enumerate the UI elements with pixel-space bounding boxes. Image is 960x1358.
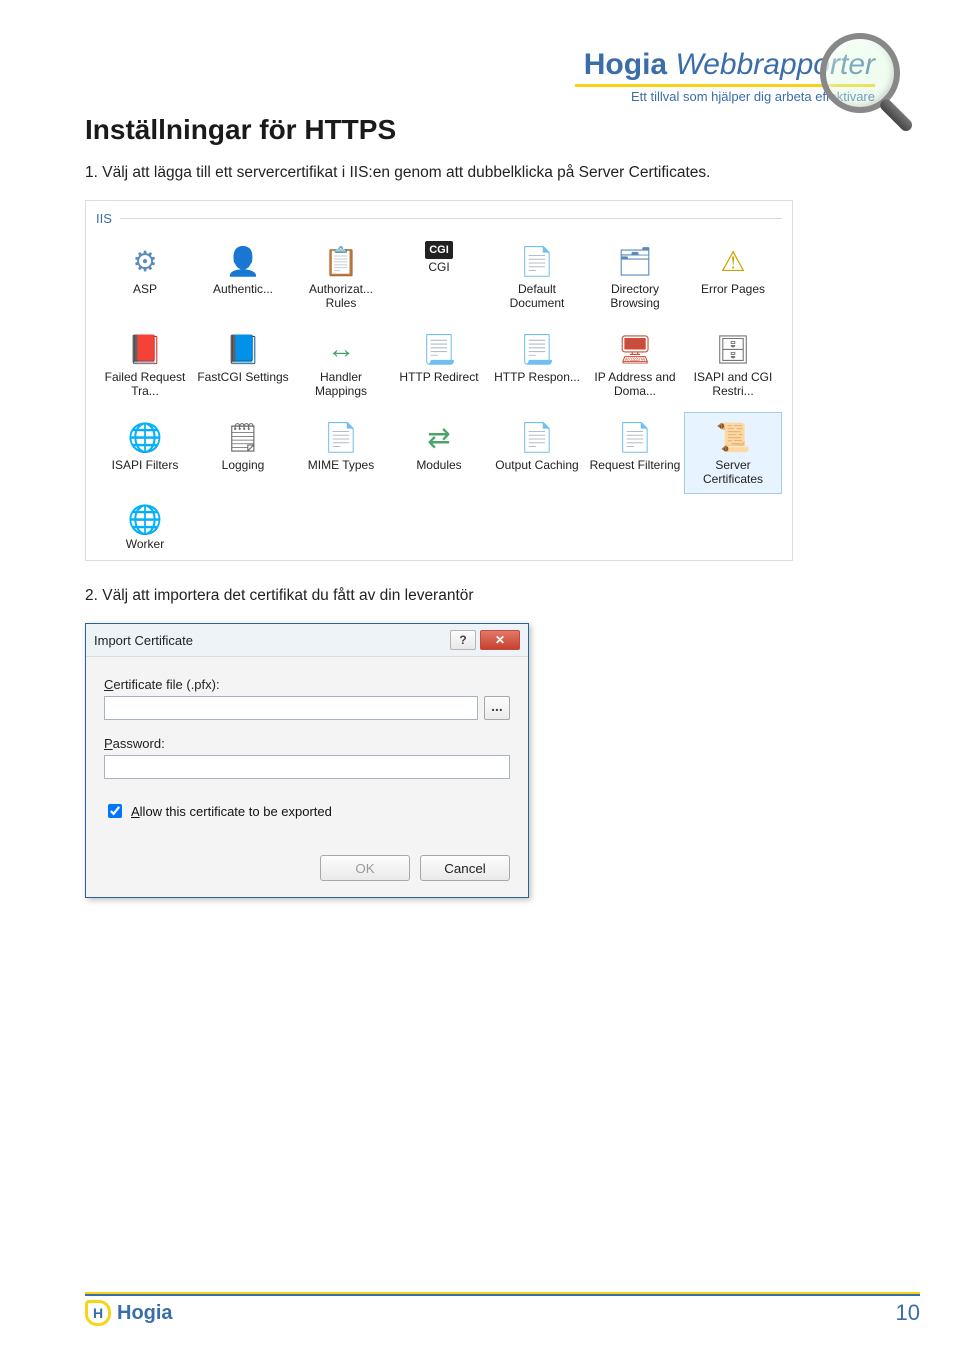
iis-item-http-respon-[interactable]: 📃HTTP Respon... xyxy=(488,324,586,406)
iis-manager-panel: IIS ⚙ASP👤Authentic...📋Authorizat... Rule… xyxy=(85,200,793,561)
dialog-title-text: Import Certificate xyxy=(94,633,446,648)
page-number: 10 xyxy=(896,1300,920,1326)
cancel-button[interactable]: Cancel xyxy=(420,855,510,881)
product-logo-text: Hogia Webbrapporter xyxy=(85,48,875,82)
iis-item-label: Logging xyxy=(222,459,265,487)
iis-item-label: Default Document xyxy=(491,283,583,311)
iis-item-label: Modules xyxy=(416,459,461,487)
iis-item-label: CGI xyxy=(428,261,449,289)
iis-item-output-caching[interactable]: 📄Output Caching xyxy=(488,412,586,494)
i-hand-icon: ↔ xyxy=(321,329,361,369)
step-2-text: 2. Välj att importera det certifikat du … xyxy=(85,587,875,605)
iis-icon-grid: ⚙ASP👤Authentic...📋Authorizat... RulesCGI… xyxy=(96,236,782,494)
iis-item-label: HTTP Respon... xyxy=(494,371,580,399)
iis-item-label: Request Filtering xyxy=(590,459,681,487)
iis-item-handler-mappings[interactable]: ↔Handler Mappings xyxy=(292,324,390,406)
i-isapi-icon: 🗄 xyxy=(713,329,753,369)
iis-item-server-certificates[interactable]: 📜Server Certificates xyxy=(684,412,782,494)
i-list-icon: 📋 xyxy=(321,241,361,281)
iis-item-label: Failed Request Tra... xyxy=(99,371,191,399)
i-gear-icon: ⚙ xyxy=(125,241,165,281)
iis-item-asp[interactable]: ⚙ASP xyxy=(96,236,194,318)
iis-item-authentic-[interactable]: 👤Authentic... xyxy=(194,236,292,318)
footer-accent-lines xyxy=(85,1292,920,1296)
i-http-icon: 📃 xyxy=(419,329,459,369)
i-mod-icon: ⇄ xyxy=(419,417,459,457)
page-footer: H Hogia 10 xyxy=(0,1292,960,1326)
i-doc-icon: 📄 xyxy=(517,241,557,281)
iis-item-fastcgi-settings[interactable]: 📘FastCGI Settings xyxy=(194,324,292,406)
iis-item-http-redirect[interactable]: 📃HTTP Redirect xyxy=(390,324,488,406)
iis-item-isapi-and-cgi-restri-[interactable]: 🗄ISAPI and CGI Restri... xyxy=(684,324,782,406)
document-header: Hogia Webbrapporter Ett tillval som hjäl… xyxy=(85,48,875,104)
iis-item-label: Authentic... xyxy=(213,283,273,311)
iis-item-failed-request-tra-[interactable]: 📕Failed Request Tra... xyxy=(96,324,194,406)
iis-item-label: Server Certificates xyxy=(687,459,779,487)
iis-item-logging[interactable]: 🗒Logging xyxy=(194,412,292,494)
iis-group-label: IIS xyxy=(96,211,782,226)
i-log-icon: 🗒 xyxy=(223,417,263,457)
iis-item-label: Output Caching xyxy=(495,459,578,487)
allow-export-label: Allow this certificate to be exported xyxy=(131,804,332,819)
i-filt-icon: 📄 xyxy=(615,417,655,457)
iis-item-request-filtering[interactable]: 📄Request Filtering xyxy=(586,412,684,494)
iis-item-label: Handler Mappings xyxy=(295,371,387,399)
password-input[interactable] xyxy=(104,755,510,779)
worker-icon: 🌐 xyxy=(125,503,165,536)
i-cgi-icon: CGI xyxy=(425,241,453,259)
i-fail-icon: 📕 xyxy=(125,329,165,369)
iis-item-label: Authorizat... Rules xyxy=(295,283,387,311)
iis-item-label: Directory Browsing xyxy=(589,283,681,311)
iis-item-default-document[interactable]: 📄Default Document xyxy=(488,236,586,318)
dialog-titlebar: Import Certificate ? ✕ xyxy=(86,624,528,657)
iis-item-cgi[interactable]: CGI CGI xyxy=(390,236,488,318)
hogia-mark-icon: H xyxy=(85,1300,111,1326)
iis-item-isapi-filters[interactable]: 🌐ISAPI Filters xyxy=(96,412,194,494)
iis-item-directory-browsing[interactable]: 🗂Directory Browsing xyxy=(586,236,684,318)
i-cert-icon: 📜 xyxy=(713,417,753,457)
allow-export-checkbox[interactable] xyxy=(108,804,122,818)
i-user-icon: 👤 xyxy=(223,241,263,281)
iis-item-ip-address-and-doma-[interactable]: 🖥IP Address and Doma... xyxy=(586,324,684,406)
iis-item-authorizat-rules[interactable]: 📋Authorizat... Rules xyxy=(292,236,390,318)
iis-item-error-pages[interactable]: ⚠Error Pages xyxy=(684,236,782,318)
iis-item-label: ISAPI and CGI Restri... xyxy=(687,371,779,399)
i-fast-icon: 📘 xyxy=(223,329,263,369)
browse-button[interactable]: ... xyxy=(484,696,510,720)
iis-item-worker[interactable]: 🌐 Worker xyxy=(96,498,194,560)
iis-item-modules[interactable]: ⇄Modules xyxy=(390,412,488,494)
certificate-file-label: Certificate file (.pfx): xyxy=(104,677,510,692)
product-tagline: Ett tillval som hjälper dig arbeta effek… xyxy=(85,89,875,104)
iis-item-label: Error Pages xyxy=(701,283,765,311)
iis-item-label: MIME Types xyxy=(308,459,374,487)
i-dir-icon: 🗂 xyxy=(615,241,655,281)
ok-button[interactable]: OK xyxy=(320,855,410,881)
i-404-icon: ⚠ xyxy=(713,241,753,281)
footer-logo: H Hogia xyxy=(85,1300,173,1326)
i-resp-icon: 📃 xyxy=(517,329,557,369)
iis-item-label: ISAPI Filters xyxy=(112,459,179,487)
help-button[interactable]: ? xyxy=(450,630,476,650)
password-label: Password: xyxy=(104,736,510,751)
import-certificate-dialog: Import Certificate ? ✕ Certificate file … xyxy=(85,623,529,898)
step-1-text: 1. Välj att lägga till ett servercertifi… xyxy=(85,164,875,182)
iis-item-label: ASP xyxy=(133,283,157,311)
iis-item-label: IP Address and Doma... xyxy=(589,371,681,399)
i-mime-icon: 📄 xyxy=(321,417,361,457)
iis-item-label: FastCGI Settings xyxy=(197,371,288,399)
i-cache-icon: 📄 xyxy=(517,417,557,457)
i-globe-icon: 🌐 xyxy=(125,417,165,457)
close-button[interactable]: ✕ xyxy=(480,630,520,650)
iis-item-label: Worker xyxy=(126,538,164,560)
i-ip-icon: 🖥 xyxy=(615,329,655,369)
accent-underline xyxy=(575,84,875,87)
iis-item-label: HTTP Redirect xyxy=(399,371,478,399)
certificate-file-input[interactable] xyxy=(104,696,478,720)
iis-item-mime-types[interactable]: 📄MIME Types xyxy=(292,412,390,494)
page-title: Inställningar för HTTPS xyxy=(85,114,875,146)
